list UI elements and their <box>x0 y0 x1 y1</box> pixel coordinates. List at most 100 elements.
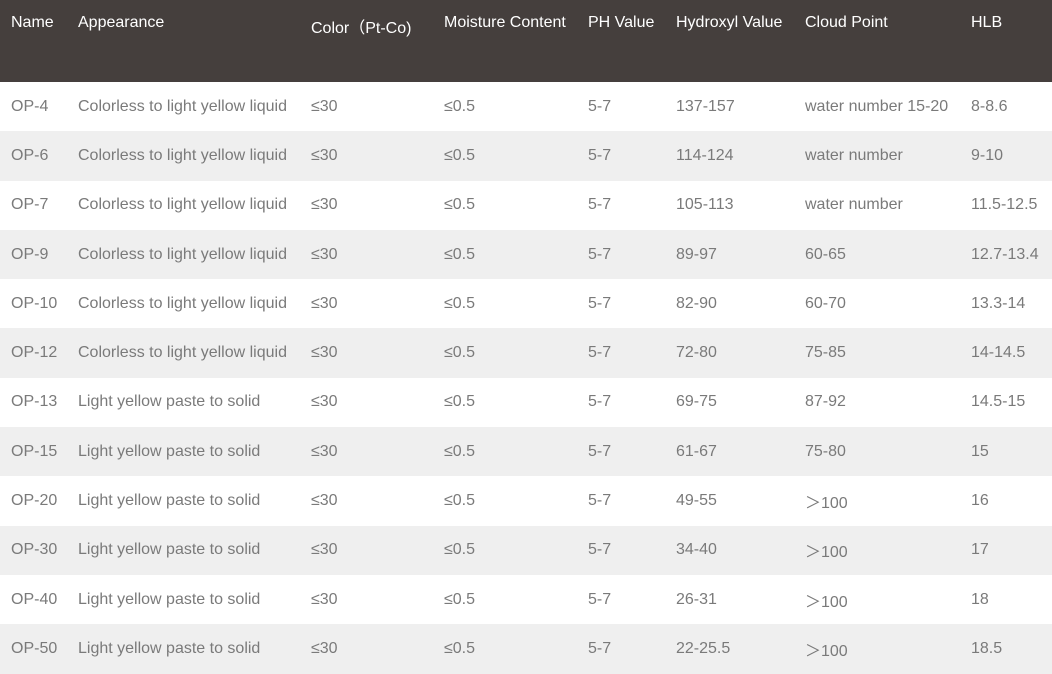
table-row: OP-13 Light yellow paste to solid ≤30 ≤0.5 5… <box>0 377 1052 428</box>
table-row: OP-4 Colorless to light yellow liquid ≤30 ≤… <box>0 82 1052 132</box>
cell-ph-value: 5-7 <box>577 624 665 674</box>
cell-appearance: Light yellow paste to solid <box>67 574 300 625</box>
cell-hlb: 18 <box>960 574 1052 625</box>
cell-name: OP-50 <box>0 624 67 674</box>
cell-appearance: Light yellow paste to solid <box>67 427 300 477</box>
cell-ph-value: 5-7 <box>577 131 665 181</box>
cell-name: OP-20 <box>0 476 67 526</box>
cell-moisture-content: ≤0.5 <box>433 574 577 625</box>
cell-color: ≤30 <box>300 229 433 280</box>
cell-color: ≤30 <box>300 525 433 575</box>
cell-appearance: Colorless to light yellow liquid <box>67 328 300 378</box>
cell-name: OP-12 <box>0 328 67 378</box>
cell-name: OP-40 <box>0 574 67 625</box>
cell-appearance: Colorless to light yellow liquid <box>67 279 300 329</box>
table-row: OP-30 Light yellow paste to solid ≤30 ≤0.5 5… <box>0 525 1052 575</box>
cell-name: OP-30 <box>0 525 67 575</box>
cell-hydroxyl-value: 49-55 <box>665 476 794 526</box>
cell-color: ≤30 <box>300 131 433 181</box>
cell-cloud-point: 87-92 <box>794 377 960 428</box>
cell-color: ≤30 <box>300 328 433 378</box>
cell-hlb: 11.5-12.5 <box>960 180 1052 230</box>
cell-name: OP-4 <box>0 82 67 132</box>
cell-hydroxyl-value: 105-113 <box>665 180 794 230</box>
cell-name: OP-7 <box>0 180 67 230</box>
cell-moisture-content: ≤0.5 <box>433 82 577 132</box>
cell-hydroxyl-value: 61-67 <box>665 427 794 477</box>
table-row: OP-20 Light yellow paste to solid ≤30 ≤0.5 5… <box>0 476 1052 526</box>
cell-cloud-point: 60-65 <box>794 229 960 280</box>
table-row: OP-9 Colorless to light yellow liquid ≤30 ≤… <box>0 229 1052 280</box>
table-body: OP-4 Colorless to light yellow liquid ≤30 ≤… <box>0 82 1052 674</box>
cell-ph-value: 5-7 <box>577 525 665 575</box>
cell-cloud-point: ＞100 <box>794 574 960 625</box>
cell-name: OP-15 <box>0 427 67 477</box>
cell-hydroxyl-value: 22-25.5 <box>665 624 794 674</box>
cell-ph-value: 5-7 <box>577 279 665 329</box>
cell-cloud-point: ＞100 <box>794 525 960 575</box>
cell-moisture-content: ≤0.5 <box>433 180 577 230</box>
cell-moisture-content: ≤0.5 <box>433 525 577 575</box>
table-row: OP-40 Light yellow paste to solid ≤30 ≤0.5 5… <box>0 574 1052 625</box>
header-hydroxyl-value: Hydroxyl Value <box>665 0 794 82</box>
cell-cloud-point: water number <box>794 180 960 230</box>
cell-hlb: 13.3-14 <box>960 279 1052 329</box>
table-row: OP-15 Light yellow paste to solid ≤30 ≤0.5 5… <box>0 427 1052 477</box>
cell-appearance: Light yellow paste to solid <box>67 476 300 526</box>
table-row: OP-10 Colorless to light yellow liquid ≤30… <box>0 279 1052 329</box>
cell-appearance: Colorless to light yellow liquid <box>67 229 300 280</box>
cell-cloud-point: 60-70 <box>794 279 960 329</box>
cell-name: OP-13 <box>0 377 67 428</box>
cell-cloud-point: water number 15-20 <box>794 82 960 132</box>
header-appearance: Appearance <box>67 0 300 82</box>
cell-name: OP-9 <box>0 229 67 280</box>
cell-color: ≤30 <box>300 624 433 674</box>
cell-hlb: 17 <box>960 525 1052 575</box>
cell-appearance: Light yellow paste to solid <box>67 525 300 575</box>
header-name: Name <box>0 0 67 82</box>
cell-hydroxyl-value: 137-157 <box>665 82 794 132</box>
cell-ph-value: 5-7 <box>577 427 665 477</box>
cell-hlb: 12.7-13.4 <box>960 229 1052 280</box>
header-cloud-point: Cloud Point <box>794 0 960 82</box>
cell-cloud-point: water number <box>794 131 960 181</box>
specification-table: Name Appearance Color（Pt-Co) Moisture Co… <box>0 0 1052 674</box>
cell-moisture-content: ≤0.5 <box>433 328 577 378</box>
cell-appearance: Colorless to light yellow liquid <box>67 131 300 181</box>
cell-hydroxyl-value: 89-97 <box>665 229 794 280</box>
cell-hydroxyl-value: 69-75 <box>665 377 794 428</box>
cell-ph-value: 5-7 <box>577 377 665 428</box>
cell-ph-value: 5-7 <box>577 82 665 132</box>
table-row: OP-50 Light yellow paste to solid ≤30 ≤0.5 5… <box>0 624 1052 674</box>
cell-moisture-content: ≤0.5 <box>433 279 577 329</box>
cell-ph-value: 5-7 <box>577 328 665 378</box>
cell-moisture-content: ≤0.5 <box>433 229 577 280</box>
table-row: OP-6 Colorless to light yellow liquid ≤30 ≤… <box>0 131 1052 181</box>
cell-hydroxyl-value: 82-90 <box>665 279 794 329</box>
cell-ph-value: 5-7 <box>577 180 665 230</box>
cell-ph-value: 5-7 <box>577 229 665 280</box>
header-color: Color（Pt-Co) <box>300 0 433 82</box>
cell-cloud-point: 75-80 <box>794 427 960 477</box>
cell-cloud-point: ＞100 <box>794 624 960 674</box>
header-moisture-content: Moisture Content <box>433 0 577 82</box>
cell-hlb: 16 <box>960 476 1052 526</box>
cell-moisture-content: ≤0.5 <box>433 476 577 526</box>
cell-ph-value: 5-7 <box>577 476 665 526</box>
cell-appearance: Colorless to light yellow liquid <box>67 82 300 132</box>
cell-color: ≤30 <box>300 82 433 132</box>
cell-hlb: 15 <box>960 427 1052 477</box>
cell-hydroxyl-value: 34-40 <box>665 525 794 575</box>
cell-hydroxyl-value: 114-124 <box>665 131 794 181</box>
cell-moisture-content: ≤0.5 <box>433 131 577 181</box>
cell-appearance: Light yellow paste to solid <box>67 624 300 674</box>
cell-color: ≤30 <box>300 574 433 625</box>
cell-name: OP-6 <box>0 131 67 181</box>
header-ph-value: PH Value <box>577 0 665 82</box>
cell-color: ≤30 <box>300 427 433 477</box>
table-row: OP-7 Colorless to light yellow liquid ≤30 ≤… <box>0 180 1052 230</box>
cell-hlb: 14.5-15 <box>960 377 1052 428</box>
table-row: OP-12 Colorless to light yellow liquid ≤30… <box>0 328 1052 378</box>
table-header-row: Name Appearance Color（Pt-Co) Moisture Co… <box>0 0 1052 82</box>
cell-color: ≤30 <box>300 476 433 526</box>
